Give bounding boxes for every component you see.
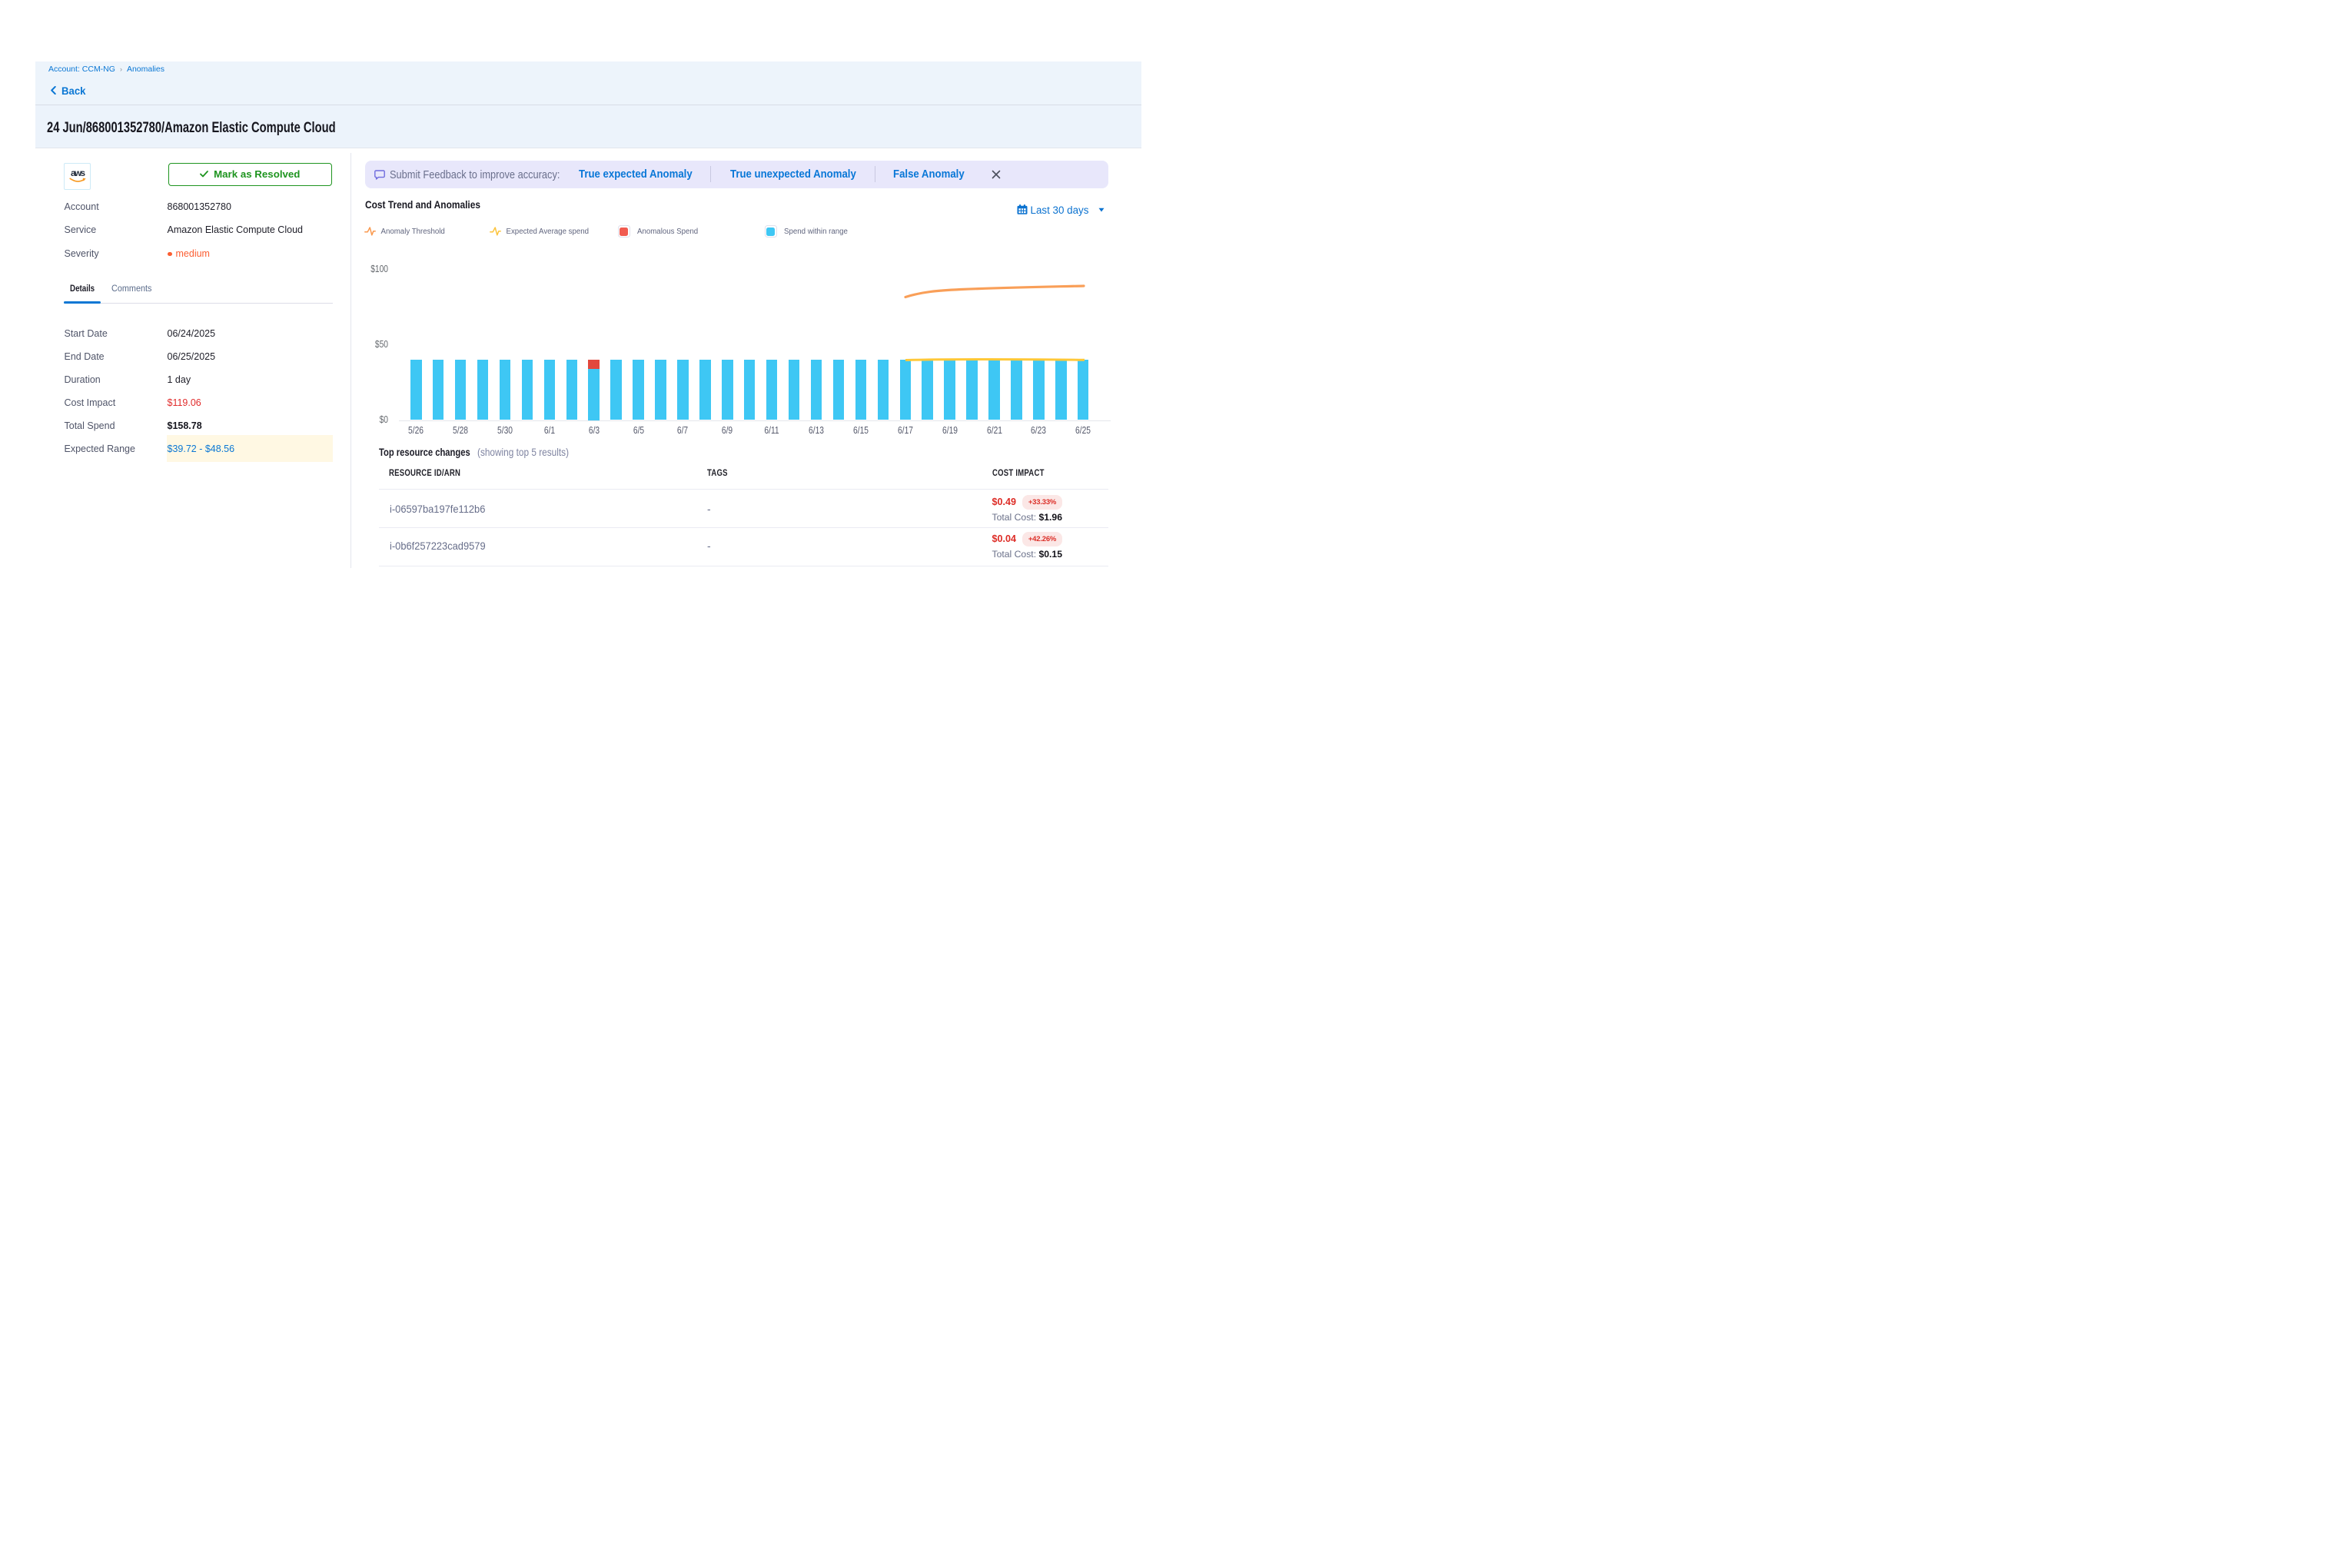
svg-text:aws: aws	[71, 168, 85, 178]
